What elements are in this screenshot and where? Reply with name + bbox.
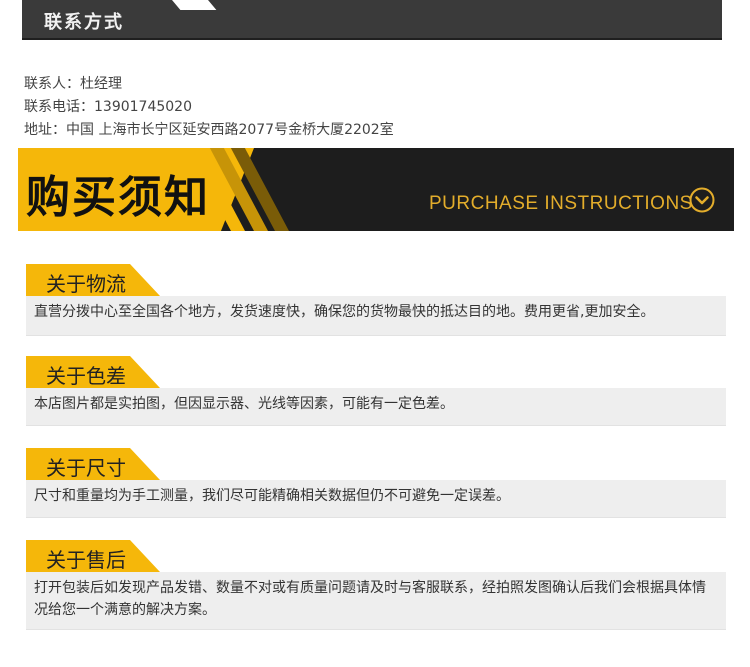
contact-address: 地址：中国 上海市长宁区延安西路2077号金桥大厦2202室 (24, 122, 394, 138)
section-tab: 关于物流 (26, 264, 160, 296)
section-title: 关于色差 (46, 364, 126, 388)
section-logistics: 关于物流 直营分拨中心至全国各个地方，发货速度快，确保您的货物最快的抵达目的地。… (26, 264, 726, 336)
contact-header-bar: 联系方式 (22, 0, 722, 40)
section-text: 尺寸和重量均为手工测量，我们尽可能精确相关数据但仍不可避免一定误差。 (26, 480, 726, 518)
section-title: 关于售后 (46, 548, 126, 572)
section-text: 直营分拨中心至全国各个地方，发货速度快，确保您的货物最快的抵达目的地。费用更省,… (26, 296, 726, 336)
section-title: 关于物流 (46, 272, 126, 296)
contact-header-title: 联系方式 (44, 12, 124, 33)
section-after-sales: 关于售后 打开包装后如发现产品发错、数量不对或有质量问题请及时与客服联系，经拍照… (26, 540, 726, 640)
header-notch (172, 0, 217, 10)
contact-info: 联系人：杜经理 联系电话：13901745020 地址：中国 上海市长宁区延安西… (24, 73, 394, 142)
section-text: 打开包装后如发现产品发错、数量不对或有质量问题请及时与客服联系，经拍照发图确认后… (26, 572, 726, 630)
banner-title-cn: 购买须知 (26, 172, 210, 223)
purchase-banner: 购买须知 PURCHASE INSTRUCTIONS (18, 148, 734, 231)
chevron-down-circle-icon (689, 187, 715, 213)
contact-person: 联系人：杜经理 (24, 76, 122, 92)
section-title: 关于尺寸 (46, 456, 126, 480)
section-text: 本店图片都是实拍图，但因显示器、光线等因素，可能有一定色差。 (26, 388, 726, 426)
section-color-difference: 关于色差 本店图片都是实拍图，但因显示器、光线等因素，可能有一定色差。 (26, 356, 726, 428)
contact-phone: 联系电话：13901745020 (24, 99, 192, 115)
section-tab: 关于售后 (26, 540, 160, 572)
section-tab: 关于尺寸 (26, 448, 160, 480)
section-tab: 关于色差 (26, 356, 160, 388)
banner-title-en: PURCHASE INSTRUCTIONS (429, 193, 693, 214)
section-size: 关于尺寸 尺寸和重量均为手工测量，我们尽可能精确相关数据但仍不可避免一定误差。 (26, 448, 726, 520)
